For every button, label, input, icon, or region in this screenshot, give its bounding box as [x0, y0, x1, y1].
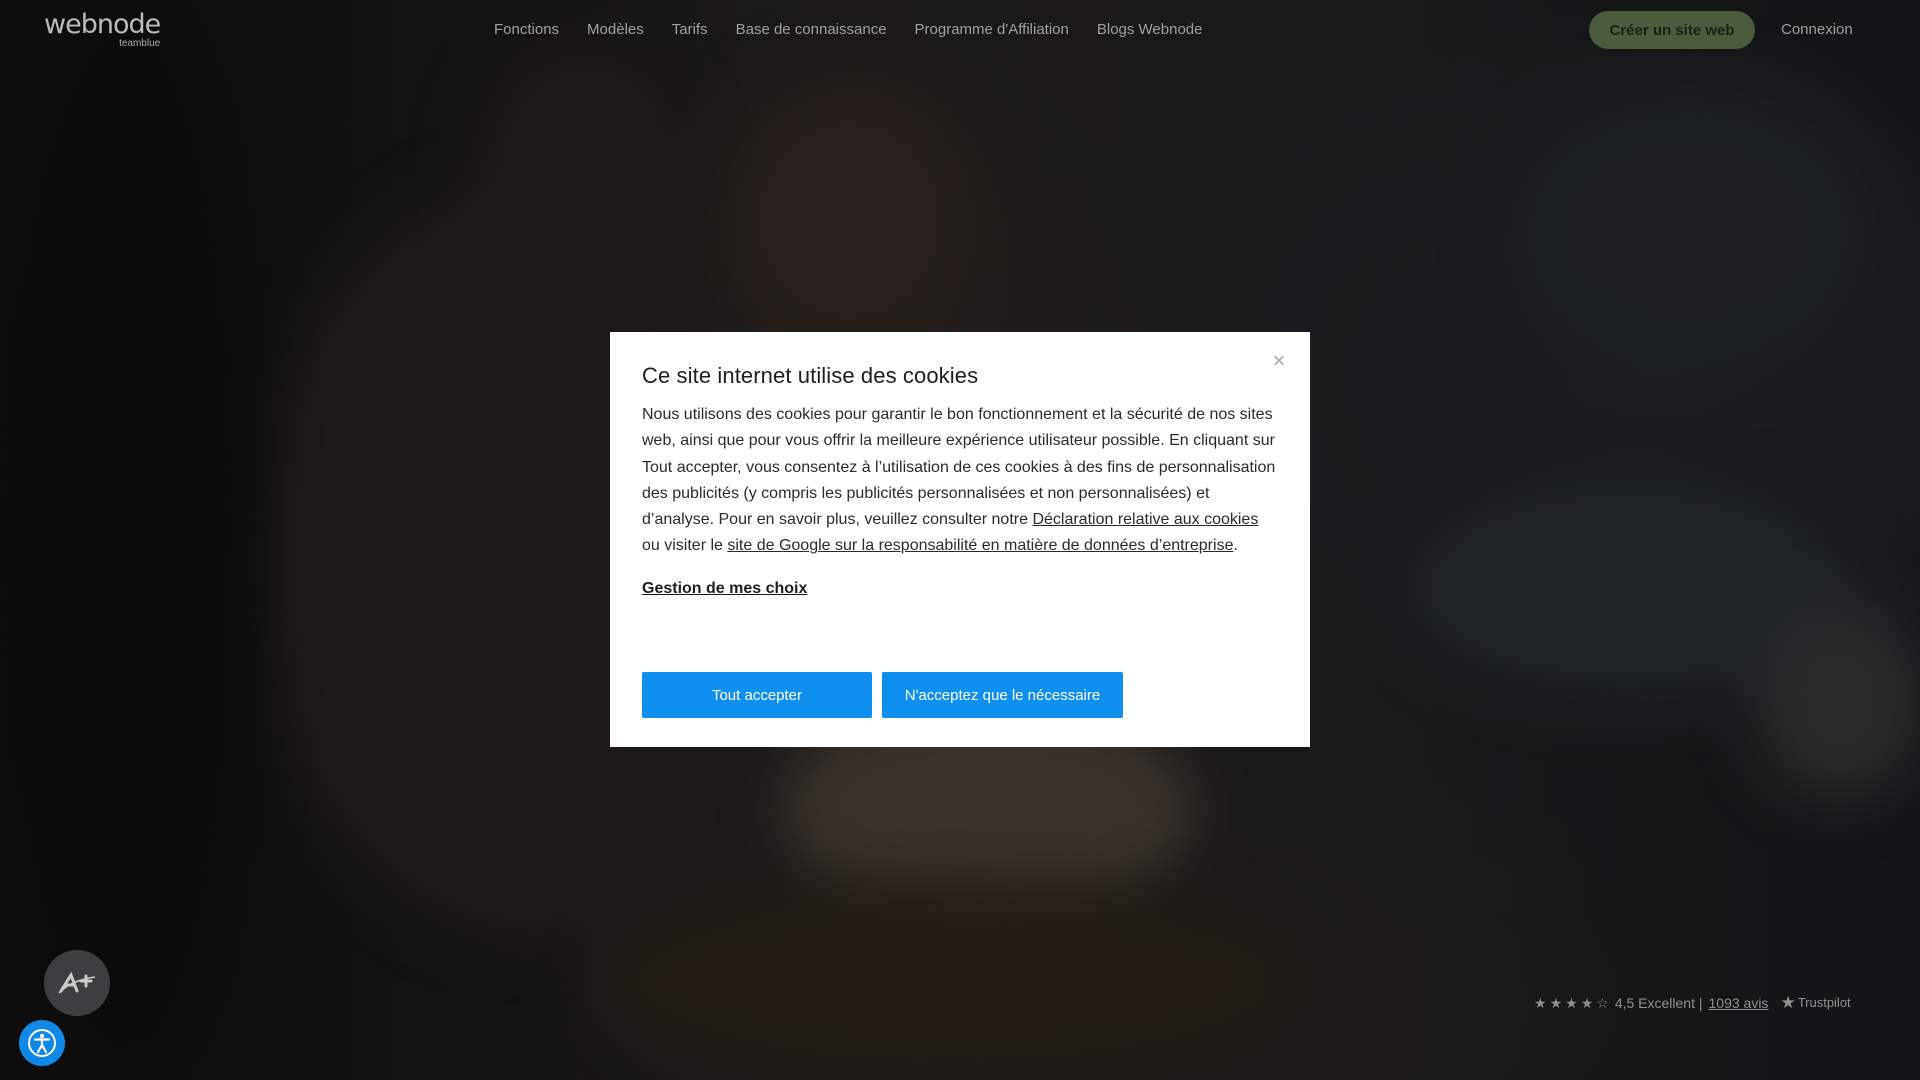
a-plus-badge-icon[interactable] — [44, 950, 110, 1016]
create-website-button[interactable]: Créer un site web — [1589, 11, 1755, 49]
trustpilot-logo[interactable]: ★ Trustpilot — [1780, 994, 1850, 1012]
nav-item-blogs[interactable]: Blogs Webnode — [1097, 20, 1203, 40]
cookie-consent-dialog: × Ce site internet utilise des cookies N… — [610, 332, 1310, 747]
a-plus-badge-glyph — [58, 971, 96, 994]
nav-item-fonctions[interactable]: Fonctions — [494, 20, 559, 40]
accept-necessary-button[interactable]: N'acceptez que le nécessaire — [882, 672, 1123, 718]
nav-item-base-de-connaissance[interactable]: Base de connaissance — [736, 20, 887, 40]
star-icon: ★ — [1549, 995, 1563, 1011]
nav-item-tarifs[interactable]: Tarifs — [672, 20, 708, 40]
site-header: webnode teamblue Fonctions Modèles Tarif… — [0, 0, 1920, 62]
trustpilot-star-icon: ★ — [1780, 993, 1796, 1012]
reviews-link[interactable]: 1093 avis — [1709, 994, 1769, 1012]
star-icon: ★ — [1580, 995, 1594, 1011]
nav-item-affiliation[interactable]: Programme d'Affiliation — [915, 20, 1069, 40]
cookie-body-text: . — [1233, 537, 1238, 555]
cookie-body-text: ou visiter le — [642, 537, 728, 555]
accessibility-icon[interactable] — [19, 1020, 65, 1066]
login-link[interactable]: Connexion — [1781, 20, 1853, 40]
logo-subtext: teamblue — [119, 38, 161, 49]
cookie-declaration-link[interactable]: Déclaration relative aux cookies — [1032, 511, 1258, 528]
google-data-responsibility-link[interactable]: site de Google sur la responsabilité en … — [727, 537, 1233, 554]
half-star-icon: ☆ — [1596, 995, 1609, 1011]
cookie-dialog-title: Ce site internet utilise des cookies — [642, 363, 979, 388]
star-icon: ★ — [1565, 995, 1578, 1011]
cookie-body-text: Nous utilisons des cookies pour garantir… — [642, 406, 1276, 529]
rating-stars: ★ ★ ★ ★ ☆ — [1534, 994, 1609, 1012]
main-nav: Fonctions Modèles Tarifs Base de connais… — [494, 20, 1203, 40]
logo-text: webnode — [44, 9, 161, 40]
accept-all-button[interactable]: Tout accepter — [642, 672, 872, 718]
manage-choices-link[interactable]: Gestion de mes choix — [642, 580, 807, 598]
star-icon: ★ — [1534, 995, 1547, 1011]
webnode-logo[interactable]: webnode teamblue — [44, 9, 161, 50]
close-icon[interactable]: × — [1268, 350, 1290, 372]
cookie-button-row: Tout accepter N'acceptez que le nécessai… — [642, 672, 1123, 718]
accessibility-glyph — [28, 1029, 56, 1057]
cookie-dialog-body: Nous utilisons des cookies pour garantir… — [642, 402, 1278, 560]
trustpilot-widget: ★ ★ ★ ★ ☆ 4,5 Excellent | 1093 avis ★ Tr… — [1534, 994, 1851, 1012]
trustpilot-brand: Trustpilot — [1797, 995, 1851, 1010]
nav-item-modeles[interactable]: Modèles — [587, 20, 644, 40]
rating-text: 4,5 Excellent | — [1614, 995, 1703, 1011]
